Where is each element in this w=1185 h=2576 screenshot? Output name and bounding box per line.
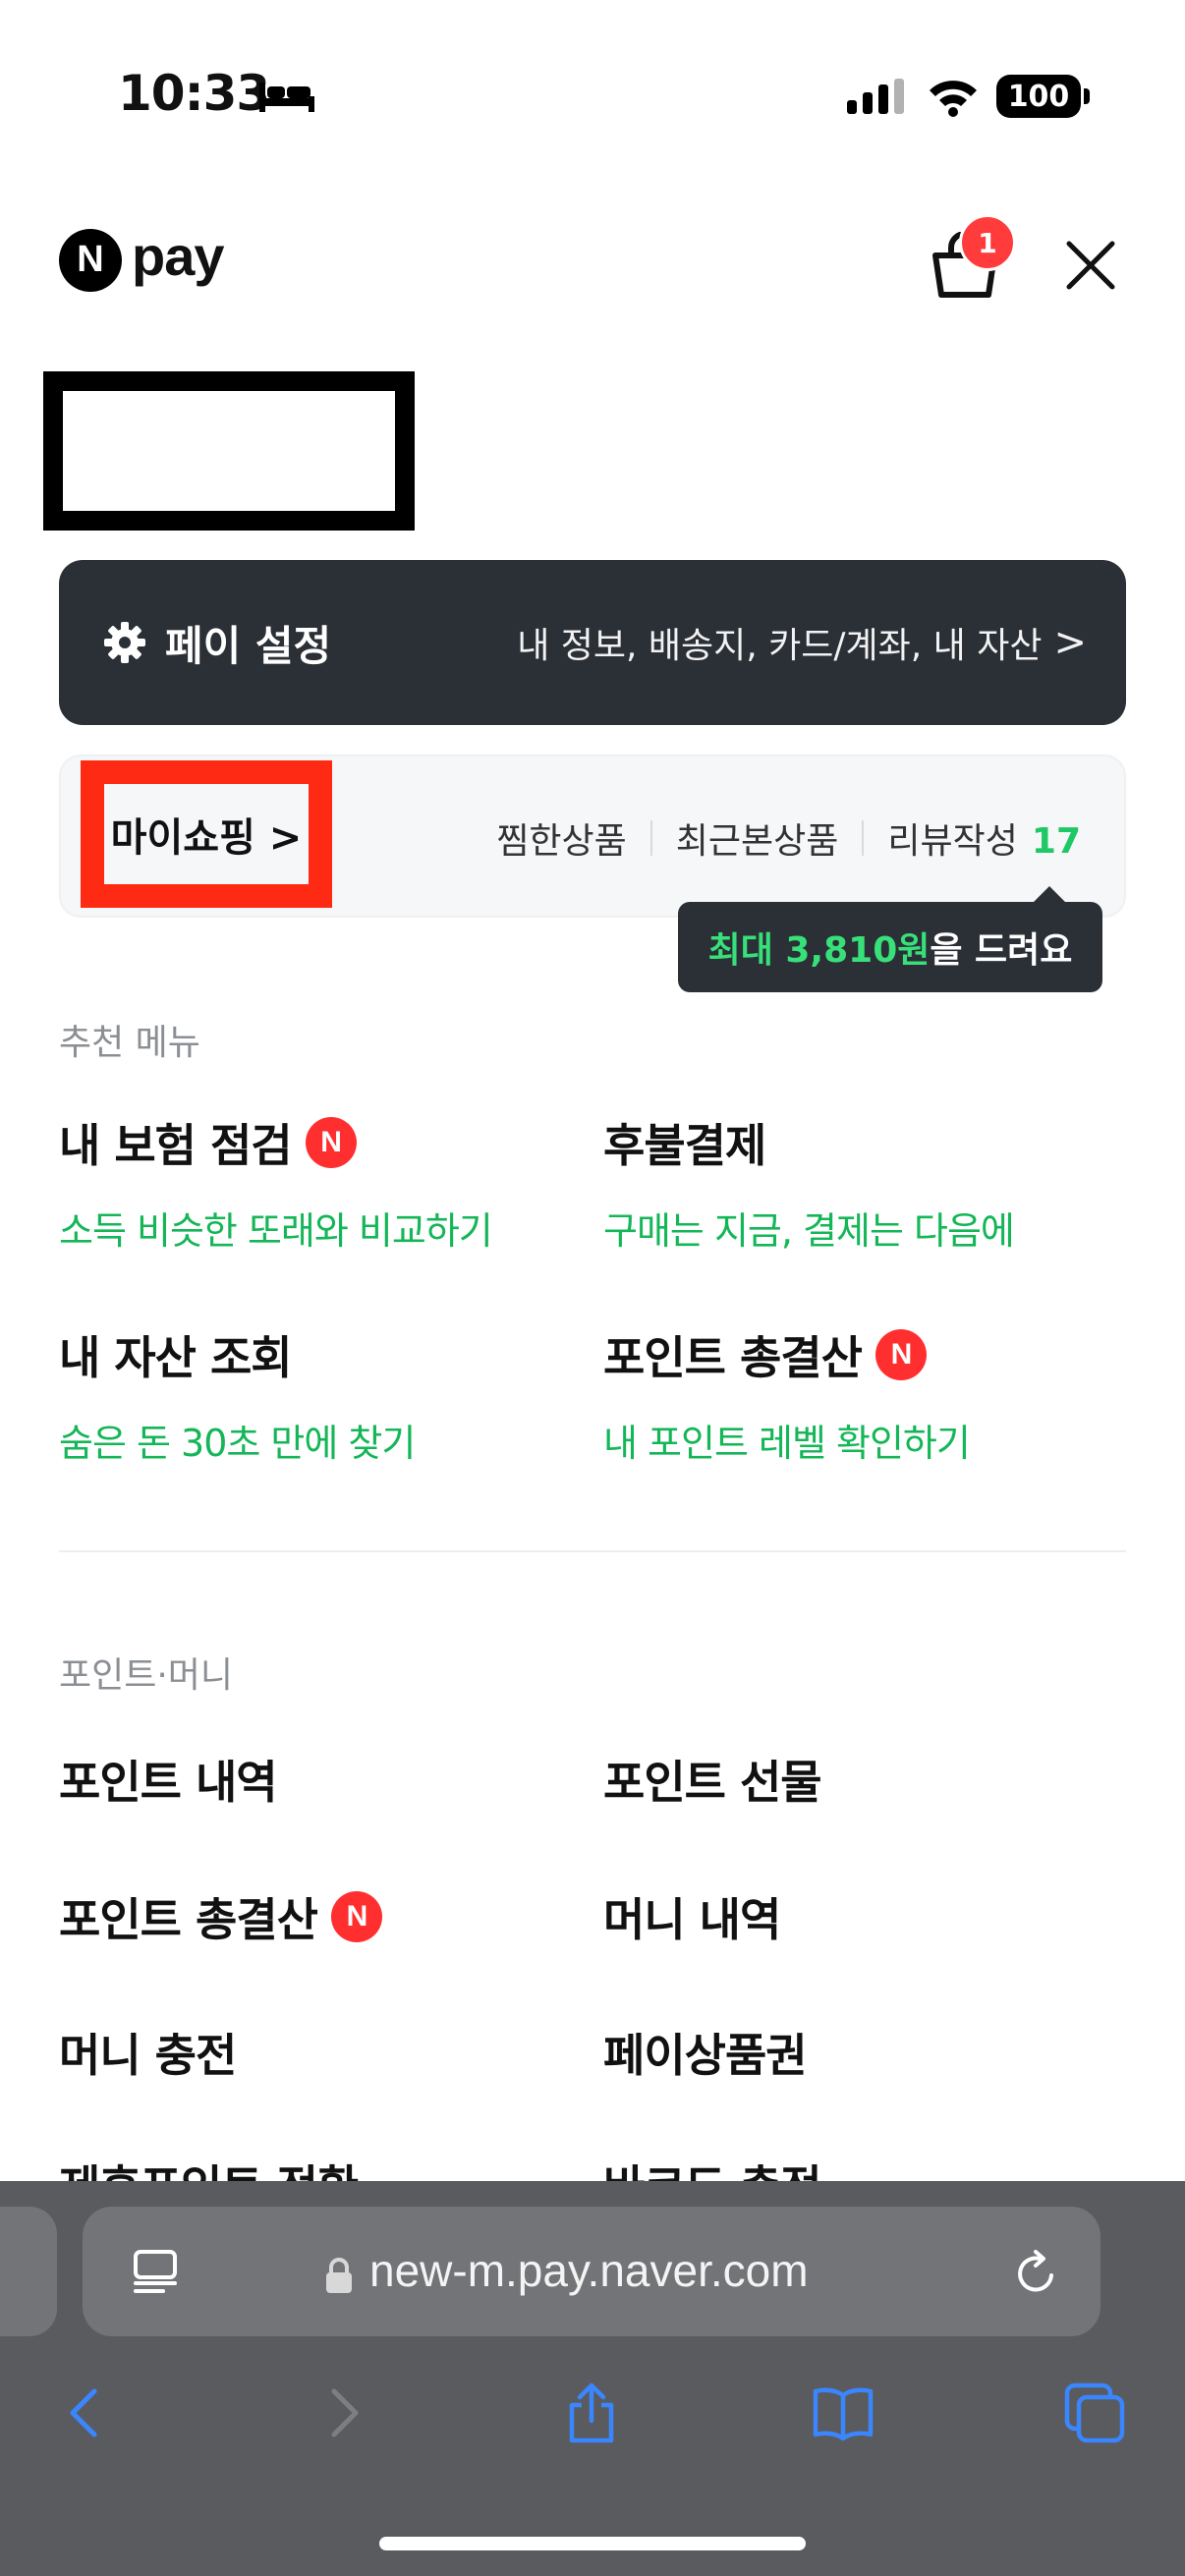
status-time: 10:33 [118, 65, 270, 122]
logo-n-mark: N [59, 228, 122, 292]
menu-point-summary[interactable]: 포인트 총결산 N 내 포인트 레벨 확인하기 [603, 1322, 971, 1467]
menu-subtitle: 숨은 돈 30초 만에 찾기 [59, 1422, 416, 1465]
write-review-label: 리뷰작성 [887, 821, 1018, 862]
tooltip-text: 을 드려요 [930, 930, 1073, 971]
new-badge: N [330, 1891, 382, 1942]
menu-subtitle: 구매는 지금, 결제는 다음에 [603, 1209, 1015, 1253]
menu-point-summary-2[interactable]: 포인트 총결산 N [59, 1884, 382, 1949]
menu-title: 머니 내역 [603, 1893, 781, 1946]
my-shopping-card: 마이쇼핑 > 찜한상품 최근본상품 리뷰작성 17 [59, 755, 1126, 918]
new-badge: N [875, 1329, 927, 1380]
menu-money-history[interactable]: 머니 내역 [603, 1884, 781, 1949]
cellular-signal-icon [847, 79, 904, 114]
url-text[interactable]: new-m.pay.naver.com [369, 2244, 809, 2297]
menu-point-history[interactable]: 포인트 내역 [59, 1747, 278, 1812]
menu-title: 포인트 총결산 [59, 1893, 318, 1946]
divider [649, 820, 652, 856]
menu-title: 머니 충전 [59, 2029, 237, 2082]
review-reward-tooltip: 최대 3,810원 을 드려요 [678, 886, 1102, 992]
menu-point-gift[interactable]: 포인트 선물 [603, 1747, 822, 1812]
recently-viewed-link[interactable]: 최근본상품 [676, 812, 839, 864]
section-divider [59, 1550, 1126, 1552]
divider [862, 820, 865, 856]
menu-title: 포인트 총결산 [603, 1331, 863, 1384]
menu-title: 내 자산 조회 [59, 1331, 293, 1384]
pay-settings-links-text: 내 정보, 배송지, 카드/계좌, 내 자산 [517, 626, 1043, 666]
menu-deferred-payment[interactable]: 후불결제 구매는 지금, 결제는 다음에 [603, 1110, 1015, 1255]
my-shopping-shortcuts: 찜한상품 최근본상품 리뷰작성 17 [496, 756, 1081, 920]
my-shopping-link[interactable]: 마이쇼핑 > [81, 760, 332, 908]
screen: 10:33 100 N pay 1 페이 설정 내 정보, 배송지, 카드/계좌… [0, 0, 1185, 2576]
bookmarks-icon[interactable] [812, 2381, 875, 2444]
menu-subtitle: 소득 비슷한 또래와 비교하기 [59, 1209, 493, 1253]
close-icon[interactable] [1061, 236, 1120, 295]
menu-insurance-check[interactable]: 내 보험 점검 N 소득 비슷한 또래와 비교하기 [59, 1110, 493, 1255]
menu-title: 페이상품권 [603, 2029, 808, 2082]
sleep-focus-icon [259, 83, 314, 112]
cart-count-badge: 1 [959, 214, 1016, 271]
recommended-menu-label: 추천 메뉴 [59, 1023, 200, 1063]
wishlist-link[interactable]: 찜한상품 [496, 812, 626, 864]
logo-pay-text: pay [132, 225, 224, 287]
menu-pay-gift-card[interactable]: 페이상품권 [603, 2020, 808, 2085]
menu-subtitle: 내 포인트 레벨 확인하기 [603, 1422, 971, 1465]
page-menu-icon[interactable] [130, 2246, 181, 2297]
forward-icon[interactable] [310, 2381, 373, 2444]
pay-settings-banner[interactable]: 페이 설정 내 정보, 배송지, 카드/계좌, 내 자산 > [59, 560, 1126, 725]
redacted-user-name [43, 371, 415, 531]
menu-asset-lookup[interactable]: 내 자산 조회 숨은 돈 30초 만에 찾기 [59, 1322, 416, 1467]
tooltip-highlight: 최대 3,810원 [707, 930, 931, 971]
naver-pay-logo[interactable]: N pay [59, 225, 224, 292]
pay-settings-links: 내 정보, 배송지, 카드/계좌, 내 자산 > [517, 617, 1087, 668]
tabs-icon[interactable] [1063, 2381, 1126, 2444]
menu-money-charge[interactable]: 머니 충전 [59, 2020, 237, 2085]
menu-title: 포인트 선물 [603, 1756, 822, 1809]
menu-title: 포인트 내역 [59, 1756, 278, 1809]
points-money-label: 포인트·머니 [59, 1655, 234, 1696]
review-count: 17 [1031, 821, 1081, 862]
battery-indicator: 100 [996, 75, 1090, 118]
write-review-link[interactable]: 리뷰작성 17 [887, 812, 1081, 864]
menu-title: 내 보험 점검 [59, 1119, 293, 1172]
menu-title: 후불결제 [603, 1119, 766, 1172]
wifi-icon [930, 81, 977, 117]
chevron-right-icon: > [1053, 620, 1087, 665]
back-icon[interactable] [55, 2381, 118, 2444]
previous-tab-peek[interactable] [0, 2207, 57, 2336]
reload-icon[interactable] [1010, 2248, 1061, 2299]
home-indicator [379, 2537, 806, 2550]
lock-icon [326, 2258, 352, 2293]
gear-icon [104, 622, 145, 663]
pay-settings-title: 페이 설정 [165, 621, 332, 670]
new-badge: N [305, 1117, 357, 1168]
share-icon[interactable] [560, 2381, 623, 2444]
